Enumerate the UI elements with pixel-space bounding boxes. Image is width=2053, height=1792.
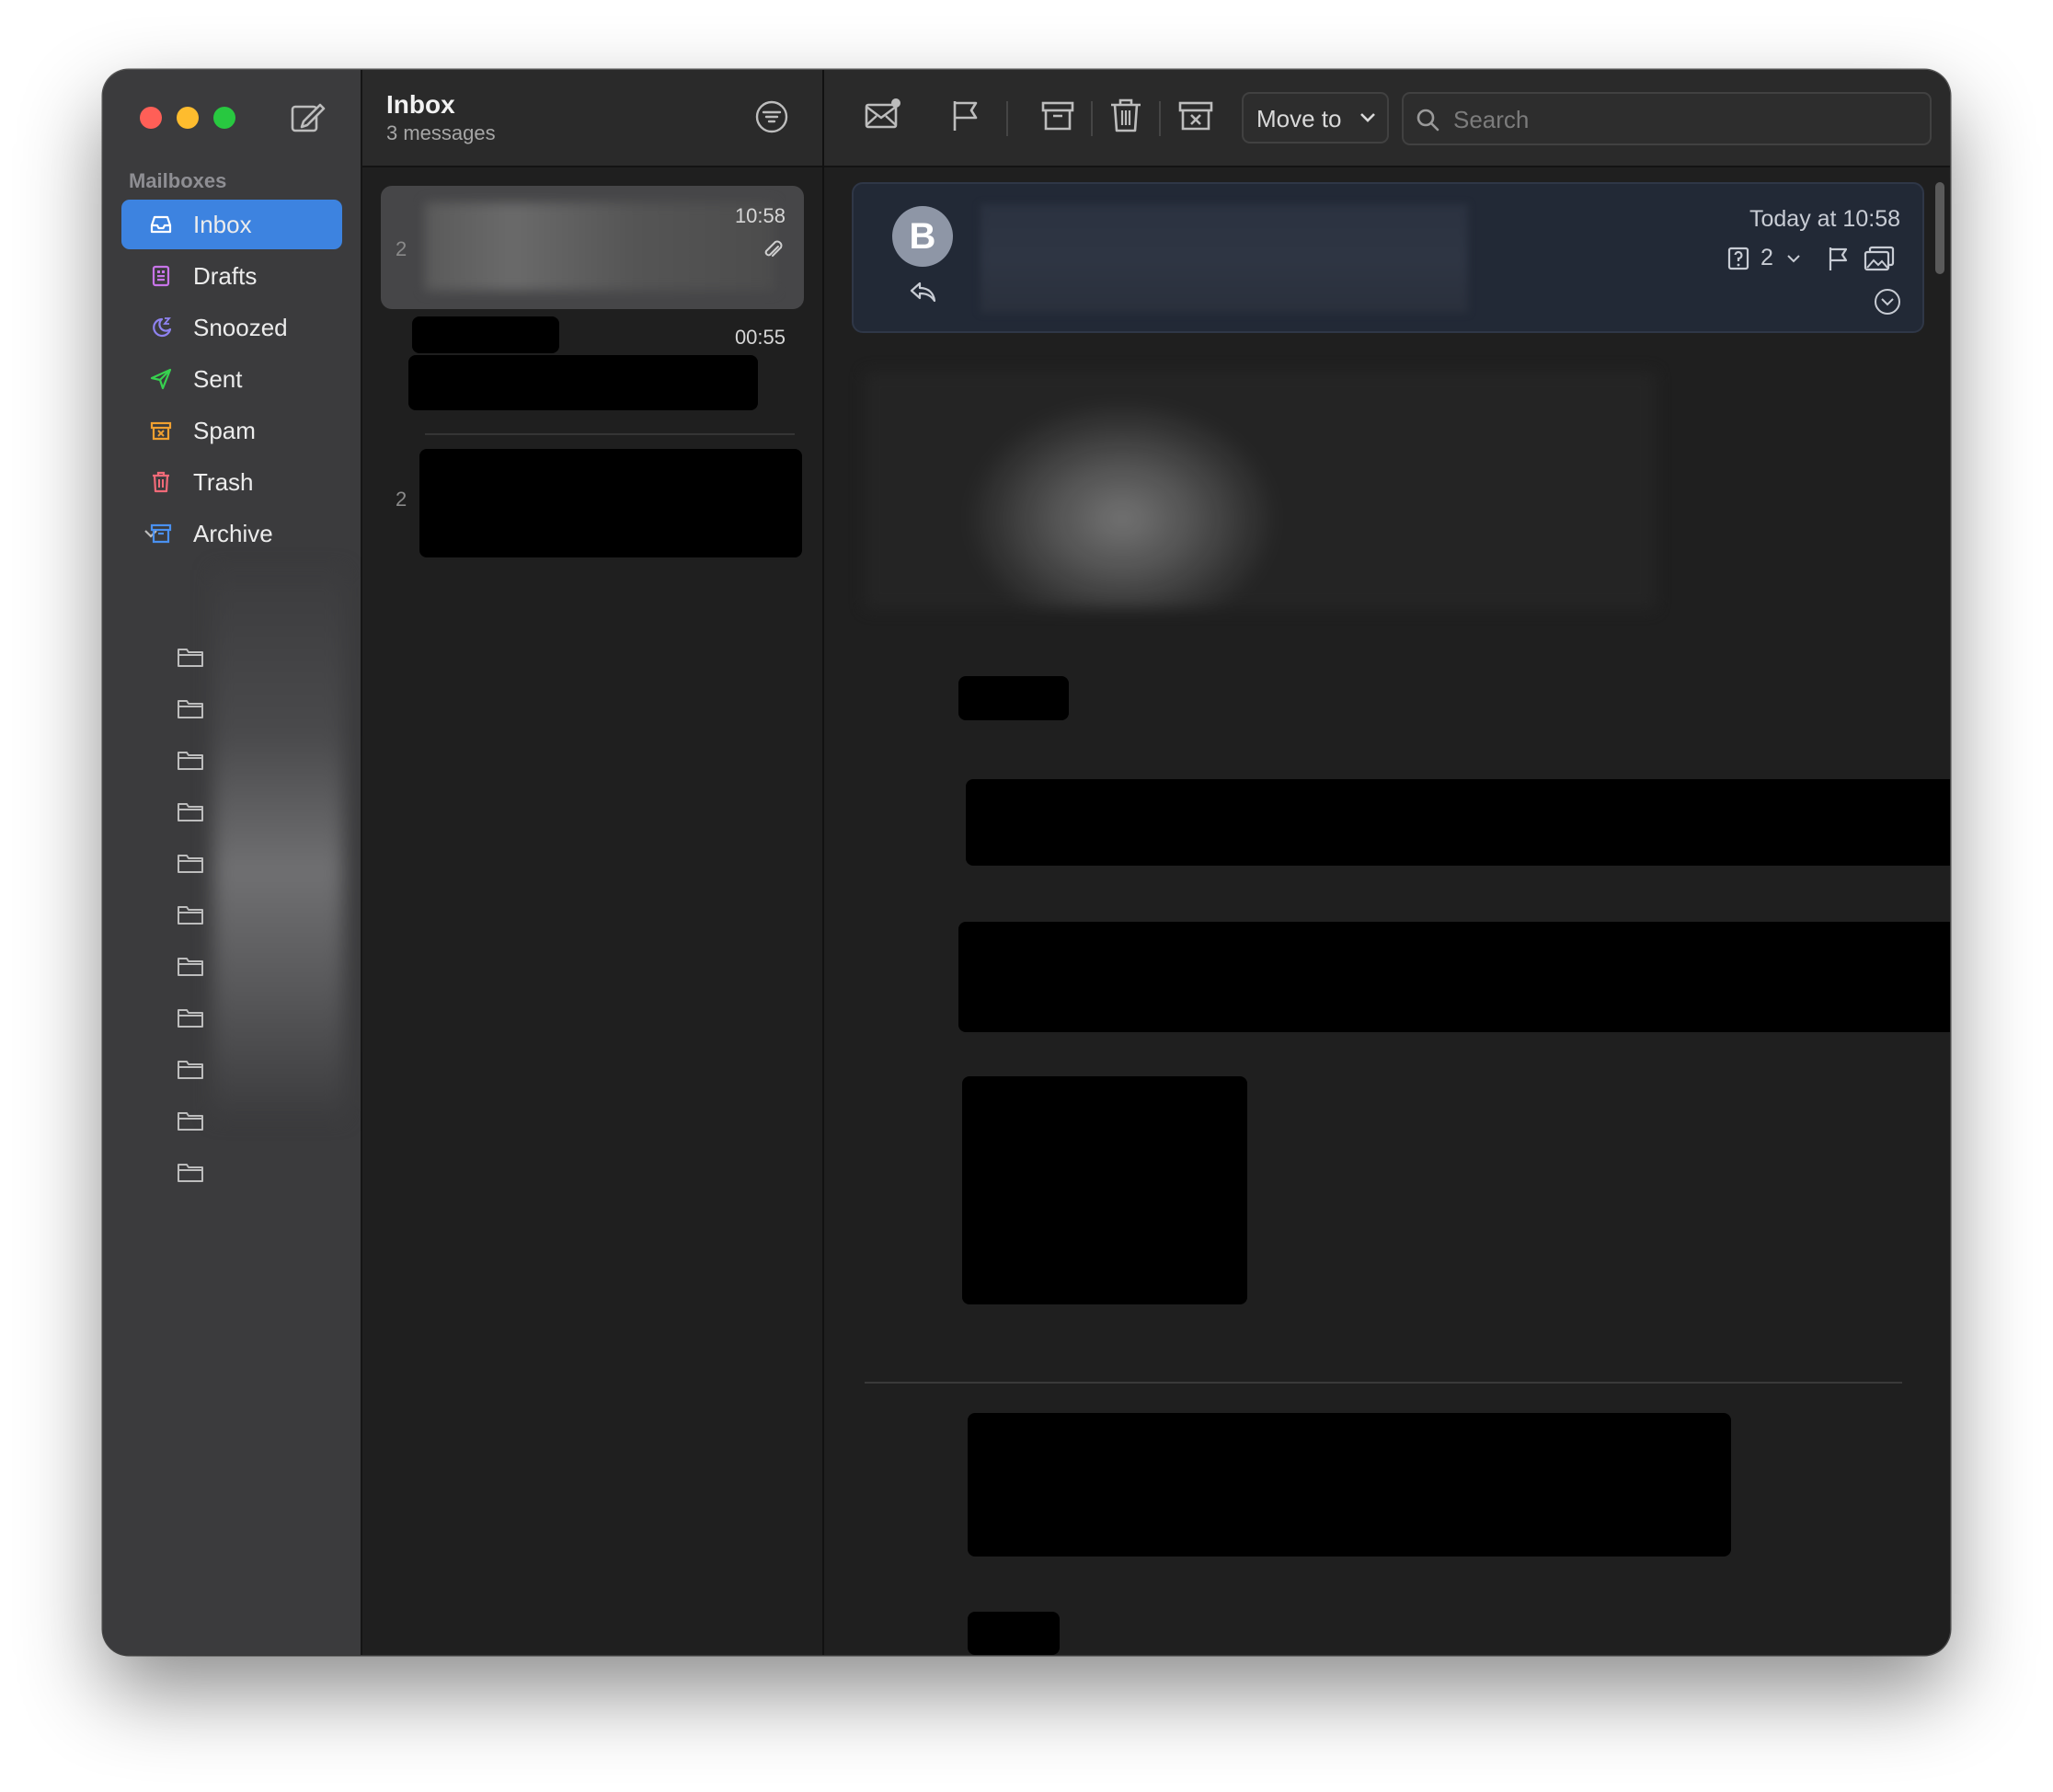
- drafts-icon: [152, 265, 170, 287]
- sent-icon: [150, 368, 172, 390]
- list-item[interactable]: 00:55: [381, 315, 804, 425]
- sidebar-item-label: Snoozed: [193, 313, 288, 341]
- get-mail-icon[interactable]: [863, 96, 903, 136]
- folder-icon[interactable]: [177, 799, 204, 823]
- toolbar-separator: [1006, 101, 1008, 136]
- archive-subfolders-obscured: [213, 570, 344, 1118]
- trash-icon: [153, 471, 169, 493]
- minimize-window-button[interactable]: [177, 107, 199, 129]
- spam-icon: [150, 421, 172, 441]
- filter-icon[interactable]: [754, 99, 789, 134]
- snoozed-icon: [153, 317, 172, 338]
- body-redacted: [968, 1612, 1060, 1655]
- message-header: B Today at 10:58 2: [852, 182, 1924, 333]
- body-redacted: [958, 676, 1069, 720]
- move-to-label: Move to: [1256, 105, 1342, 132]
- folder-icon[interactable]: [177, 954, 204, 978]
- folder-icon[interactable]: [177, 1109, 204, 1132]
- more-options-icon[interactable]: [1873, 287, 1902, 316]
- message-redacted: [419, 449, 802, 557]
- folder-icon[interactable]: [177, 1160, 204, 1184]
- body-redacted: [962, 1076, 1247, 1304]
- body-redacted: [958, 922, 1950, 1032]
- list-item[interactable]: 2: [381, 443, 804, 563]
- close-window-button[interactable]: [140, 107, 162, 129]
- body-image-obscured: [865, 372, 1656, 609]
- folder-icon[interactable]: [177, 902, 204, 926]
- sidebar-item-label: Inbox: [193, 210, 252, 238]
- images-icon[interactable]: [1864, 245, 1895, 272]
- sidebar-item-archive[interactable]: Archive: [121, 509, 342, 558]
- chevron-down-icon[interactable]: [1786, 254, 1801, 263]
- list-divider: [425, 433, 795, 435]
- folder-icon[interactable]: [177, 645, 204, 669]
- toolbar: Move to: [824, 70, 1950, 167]
- message-preview-obscured: [425, 202, 774, 291]
- list-item[interactable]: 2 10:58: [381, 186, 804, 309]
- folder-icon[interactable]: [177, 696, 204, 720]
- message-tools: 2: [1727, 245, 1902, 274]
- question-icon[interactable]: [1727, 247, 1749, 270]
- folder-icon[interactable]: [177, 851, 204, 875]
- zoom-window-button[interactable]: [213, 107, 235, 129]
- search-icon: [1416, 109, 1439, 132]
- flag-icon[interactable]: [1825, 245, 1851, 272]
- sidebar-item-inbox[interactable]: Inbox: [121, 200, 342, 249]
- reading-pane: Move to B Today at 10:58: [824, 70, 1950, 1655]
- avatar: B: [892, 206, 953, 267]
- thread-count: 2: [396, 237, 407, 260]
- mail-window: Mailboxes Inbox Drafts Snoozed Sent Spam…: [103, 70, 1950, 1655]
- sidebar-item-label: Drafts: [193, 261, 258, 290]
- inbox-icon: [150, 215, 172, 234]
- mailboxes-section-label: Mailboxes: [129, 169, 227, 192]
- move-to-menu[interactable]: Move to: [1242, 92, 1389, 144]
- sidebar-item-label: Sent: [193, 364, 243, 393]
- folder-icon[interactable]: [177, 1005, 204, 1029]
- message-date: Today at 10:58: [1749, 206, 1900, 232]
- message-list: Inbox 3 messages 2 10:58 00:55 2: [362, 70, 824, 1655]
- toolbar-separator: [1091, 101, 1093, 136]
- mailbox-title: Inbox: [386, 90, 455, 119]
- sidebar: Mailboxes Inbox Drafts Snoozed Sent Spam…: [103, 70, 362, 1655]
- message-list-header: Inbox 3 messages: [362, 70, 822, 167]
- sidebar-item-label: Archive: [193, 519, 273, 547]
- thread-count: 2: [396, 488, 407, 511]
- sidebar-item-sent[interactable]: Sent: [121, 354, 342, 404]
- sidebar-item-drafts[interactable]: Drafts: [121, 251, 342, 301]
- body-redacted: [966, 779, 1950, 866]
- flag-icon[interactable]: [946, 96, 986, 136]
- sidebar-item-spam[interactable]: Spam: [121, 406, 342, 455]
- preview-redacted: [408, 355, 758, 410]
- trash-icon[interactable]: [1106, 96, 1146, 136]
- sender-redacted: [412, 316, 559, 353]
- toolbar-separator: [1159, 101, 1161, 136]
- body-redacted: [968, 1413, 1731, 1557]
- archive-icon[interactable]: [1038, 96, 1078, 136]
- compose-icon[interactable]: [287, 98, 327, 138]
- message-count: 3 messages: [386, 121, 496, 144]
- sidebar-item-trash[interactable]: Trash: [121, 457, 342, 507]
- sidebar-item-label: Spam: [193, 416, 256, 444]
- thread-count: 2: [1761, 245, 1773, 270]
- folder-icon[interactable]: [177, 748, 204, 772]
- sidebar-item-label: Trash: [193, 467, 254, 496]
- attachment-icon: [764, 240, 783, 257]
- scrollbar[interactable]: [1935, 182, 1944, 274]
- sender-details-obscured: [981, 204, 1468, 313]
- reply-icon[interactable]: [909, 280, 936, 304]
- message-time: 00:55: [734, 326, 786, 349]
- chevron-down-icon: [1360, 113, 1375, 122]
- sidebar-item-snoozed[interactable]: Snoozed: [121, 303, 342, 352]
- folder-icon[interactable]: [177, 1057, 204, 1081]
- search-input[interactable]: [1451, 101, 1915, 138]
- archive-icon: [150, 523, 172, 544]
- junk-icon[interactable]: [1176, 96, 1216, 136]
- search-field[interactable]: [1402, 92, 1932, 145]
- message-time: 10:58: [734, 204, 786, 227]
- body-divider: [865, 1382, 1902, 1384]
